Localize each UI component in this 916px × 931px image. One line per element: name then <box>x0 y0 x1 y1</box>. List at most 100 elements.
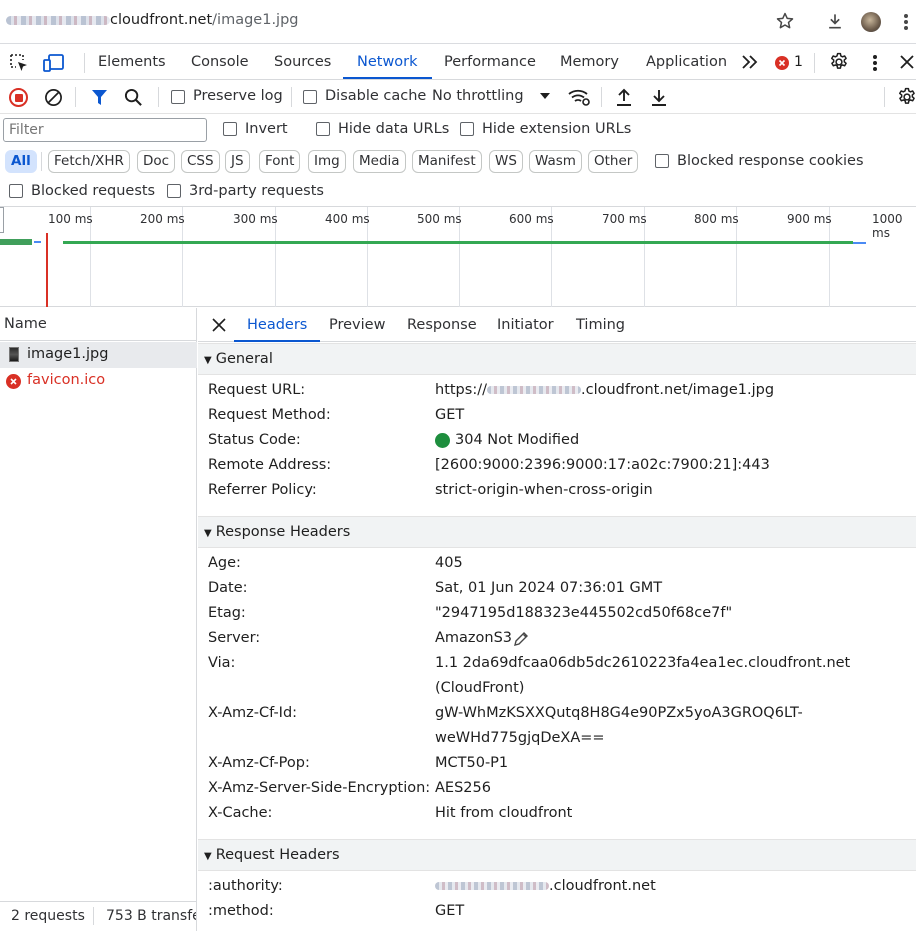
tab-application[interactable]: Application <box>646 45 727 79</box>
download-icon[interactable] <box>825 11 845 31</box>
invert-checkbox[interactable] <box>223 122 237 136</box>
collapse-triangle-icon: ▼ <box>204 355 212 366</box>
header-value[interactable]: Hit from cloudfront <box>435 805 572 821</box>
tab-headers[interactable]: Headers <box>234 308 321 342</box>
request-method-value[interactable]: GET <box>435 407 464 423</box>
request-row-favicon[interactable]: favicon.ico <box>0 368 197 394</box>
type-filter-manifest[interactable]: Manifest <box>412 150 482 173</box>
overview-left-handle[interactable] <box>0 207 4 233</box>
header-value[interactable]: Sat, 01 Jun 2024 07:36:01 GMT <box>435 580 662 596</box>
name-column-header[interactable]: Name <box>0 308 197 341</box>
inspect-element-icon[interactable] <box>9 53 29 73</box>
tab-network[interactable]: Network <box>343 45 432 79</box>
header-value-cont[interactable]: (CloudFront) <box>435 680 524 696</box>
type-filter-js[interactable]: JS <box>225 150 250 173</box>
hide-data-urls-checkbox[interactable] <box>316 122 330 136</box>
tab-sources[interactable]: Sources <box>274 45 331 79</box>
type-filter-wasm[interactable]: Wasm <box>529 150 582 173</box>
bookmark-star-icon[interactable] <box>775 11 795 31</box>
response-headers-section-header[interactable]: ▼ Response Headers <box>198 516 916 548</box>
header-key: Server: <box>208 630 261 646</box>
request-count: 2 requests <box>11 908 85 924</box>
header-value[interactable]: 405 <box>435 555 463 571</box>
type-filter-ws[interactable]: WS <box>489 150 523 173</box>
settings-gear-icon[interactable] <box>829 52 849 72</box>
type-filter-img[interactable]: Img <box>308 150 346 173</box>
remote-address-value[interactable]: [2600:9000:2396:9000:17:a02c:7900:21]:44… <box>435 457 770 473</box>
transferred-size: 753 B transfe <box>106 908 196 924</box>
preserve-log-label: Preserve log <box>193 88 283 104</box>
filter-input[interactable] <box>3 118 207 142</box>
disable-cache-checkbox[interactable] <box>303 90 317 104</box>
tab-preview[interactable]: Preview <box>329 308 385 342</box>
search-icon[interactable] <box>124 88 143 107</box>
type-filter-all[interactable]: All <box>5 150 37 173</box>
menu-kebab-icon[interactable] <box>903 12 909 32</box>
throttling-dropdown-icon[interactable] <box>539 92 551 100</box>
header-value[interactable]: MCT50-P1 <box>435 755 508 771</box>
throttling-select[interactable]: No throttling <box>432 88 524 104</box>
header-value[interactable]: "2947195d188323e445502cd50f68ce7f" <box>435 605 732 621</box>
device-toolbar-icon[interactable] <box>43 53 65 73</box>
status-code-value[interactable]: 304 Not Modified <box>455 432 579 448</box>
type-filter-media[interactable]: Media <box>353 150 406 173</box>
type-filter-doc[interactable]: Doc <box>137 150 176 173</box>
edit-pencil-icon[interactable] <box>513 631 529 647</box>
general-section-header[interactable]: ▼ General <box>198 343 916 375</box>
tab-console[interactable]: Console <box>191 45 249 79</box>
import-har-upload-icon[interactable] <box>615 87 633 107</box>
filter-funnel-icon[interactable] <box>91 88 108 107</box>
header-value[interactable]: gW-WhMzKSXXQutq8H8G4e90PZx5yoA3GROQ6LT- <box>435 705 803 721</box>
blocked-response-cookies-checkbox[interactable] <box>655 154 669 168</box>
more-tabs-chevron-icon[interactable] <box>741 54 759 70</box>
detail-tabbar: Headers Preview Response Initiator Timin… <box>198 308 916 342</box>
header-key: Via: <box>208 655 236 671</box>
header-value-cont[interactable]: weWHd775gjqDeXA== <box>435 730 605 746</box>
tab-memory[interactable]: Memory <box>560 45 619 79</box>
error-icon[interactable] <box>775 56 789 70</box>
close-devtools-icon[interactable] <box>899 54 915 70</box>
url-path: /image1.jpg <box>212 12 299 28</box>
load-event-marker <box>46 233 48 307</box>
tab-response[interactable]: Response <box>407 308 477 342</box>
type-filter-font[interactable]: Font <box>259 150 301 173</box>
header-value[interactable]: GET <box>435 903 464 919</box>
tick-label: 400 ms <box>325 212 370 226</box>
request-url-label: Request URL: <box>208 382 306 398</box>
type-filter-other[interactable]: Other <box>588 150 639 173</box>
referrer-policy-value[interactable]: strict-origin-when-cross-origin <box>435 482 653 498</box>
request-headers-section-header[interactable]: ▼ Request Headers <box>198 839 916 871</box>
tab-timing[interactable]: Timing <box>576 308 625 342</box>
export-har-download-icon[interactable] <box>650 87 668 107</box>
header-key: X-Amz-Cf-Id: <box>208 705 298 721</box>
record-stop-icon[interactable] <box>9 88 28 107</box>
request-row-image1[interactable]: image1.jpg <box>0 342 197 368</box>
network-toolbar: Preserve log Disable cache No throttling <box>0 81 916 114</box>
network-settings-gear-icon[interactable] <box>897 87 916 107</box>
tab-performance[interactable]: Performance <box>444 45 536 79</box>
profile-avatar[interactable] <box>861 12 881 32</box>
error-count[interactable]: 1 <box>794 54 803 70</box>
third-party-requests-checkbox[interactable] <box>167 184 181 198</box>
request-url-value[interactable]: https://.cloudfront.net/image1.jpg <box>435 382 774 398</box>
error-icon <box>6 374 21 389</box>
request-bar-image1 <box>0 239 32 245</box>
close-detail-icon[interactable] <box>212 318 226 332</box>
status-success-dot-icon <box>435 433 450 448</box>
header-value[interactable]: AmazonS3 <box>435 630 512 646</box>
hide-extension-urls-checkbox[interactable] <box>460 122 474 136</box>
collapse-triangle-icon: ▼ <box>204 851 212 862</box>
header-value[interactable]: 1.1 2da69dfcaa06db5dc2610223fa4ea1ec.clo… <box>435 655 850 671</box>
devtools-menu-icon[interactable] <box>872 54 878 72</box>
tab-initiator[interactable]: Initiator <box>497 308 554 342</box>
type-filter-css[interactable]: CSS <box>181 150 220 173</box>
header-value[interactable]: .cloudfront.net <box>435 878 656 894</box>
header-value[interactable]: AES256 <box>435 780 491 796</box>
url-field[interactable]: cloudfront.net/image1.jpg <box>6 12 299 28</box>
clear-icon[interactable] <box>44 88 63 107</box>
preserve-log-checkbox[interactable] <box>171 90 185 104</box>
type-filter-fetch-xhr[interactable]: Fetch/XHR <box>48 150 130 173</box>
tab-elements[interactable]: Elements <box>98 45 166 79</box>
network-conditions-wifi-icon[interactable] <box>567 87 591 107</box>
blocked-requests-checkbox[interactable] <box>9 184 23 198</box>
